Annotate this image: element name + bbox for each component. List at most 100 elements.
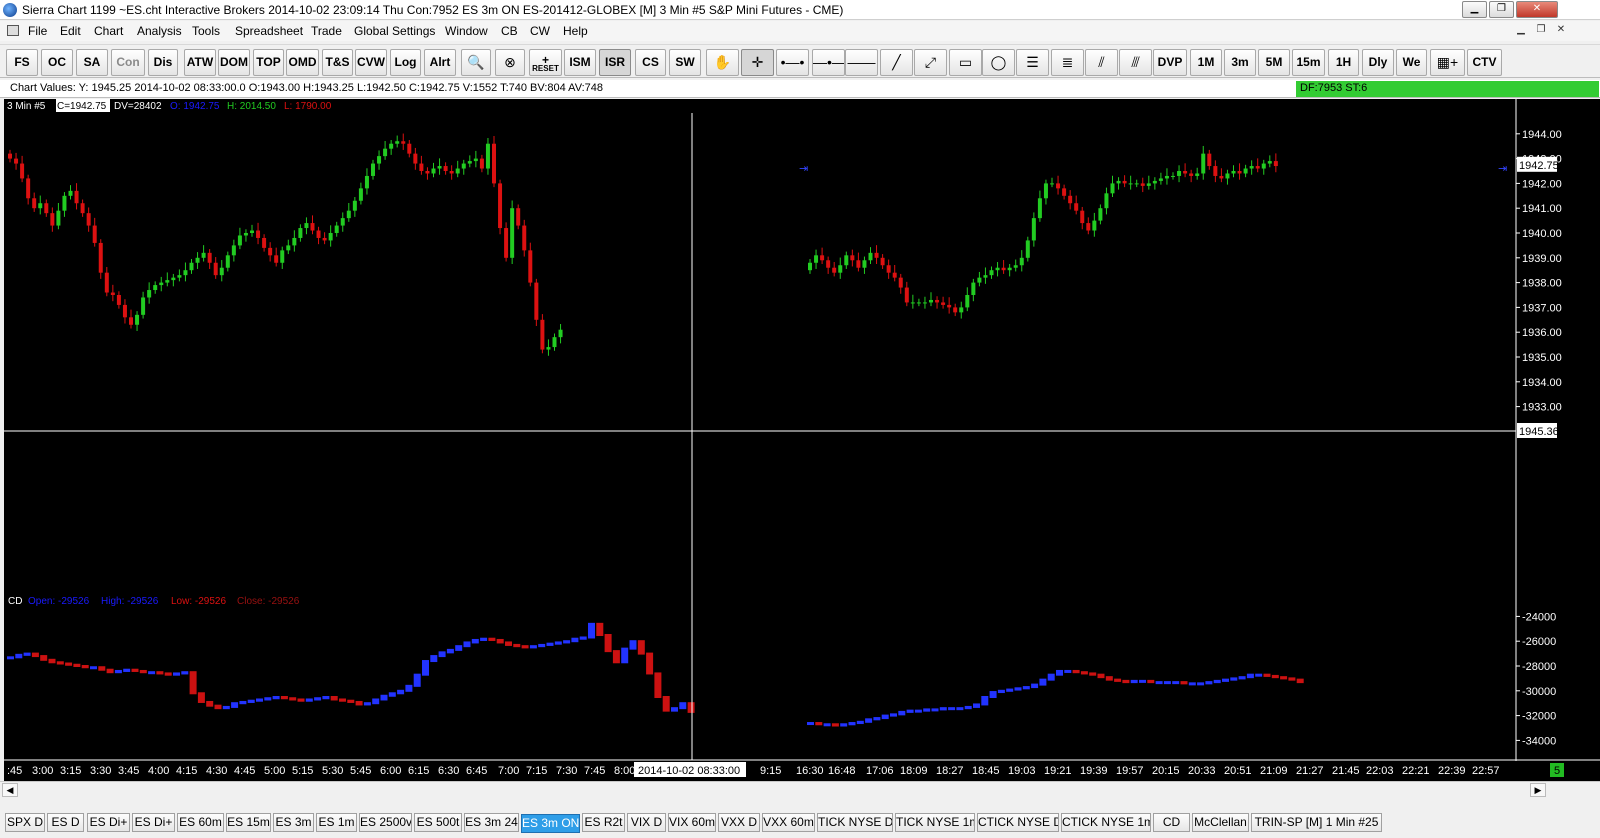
- dvp-button[interactable]: DVP: [1153, 49, 1187, 76]
- tab-es-2500v[interactable]: ES 2500v: [359, 813, 412, 832]
- candle-body: [546, 347, 551, 350]
- tab-es-500t[interactable]: ES 500t: [414, 813, 462, 832]
- chartbook-icon[interactable]: [7, 25, 19, 36]
- sw-button[interactable]: SW: [669, 49, 701, 76]
- oc-button[interactable]: OC: [41, 49, 73, 76]
- ism-button[interactable]: ISM: [564, 49, 596, 76]
- extended-line-icon[interactable]: ⤢: [914, 49, 947, 76]
- candle-body: [989, 270, 994, 276]
- price-tick-label: 1933.00: [1522, 402, 1562, 414]
- tab-vix-60m[interactable]: VIX 60m: [668, 813, 716, 832]
- top-button[interactable]: TOP: [253, 49, 284, 76]
- fib-retracement-icon[interactable]: ☰: [1016, 49, 1049, 76]
- tab-cd[interactable]: CD: [1153, 813, 1190, 832]
- tab-vxx-60m[interactable]: VXX 60m: [762, 813, 815, 832]
- 1m-button[interactable]: 1M: [1190, 49, 1222, 76]
- candle-body: [492, 143, 496, 184]
- menu-window[interactable]: Window: [445, 24, 488, 38]
- tab-es-60m[interactable]: ES 60m: [177, 813, 224, 832]
- menu-trade[interactable]: Trade: [311, 24, 342, 38]
- weekly-button[interactable]: We: [1396, 49, 1427, 76]
- ctv-button[interactable]: CTV: [1467, 49, 1502, 76]
- line-tool-icon[interactable]: ╱: [880, 49, 913, 76]
- menu-tools[interactable]: Tools: [192, 24, 220, 38]
- tab-es-15m[interactable]: ES 15m: [226, 813, 271, 832]
- mdi-close-icon[interactable]: ✕: [1552, 24, 1570, 39]
- menu-chart[interactable]: Chart: [94, 24, 123, 38]
- candle-body: [104, 272, 109, 293]
- cd-bar: [347, 699, 355, 703]
- menu-file[interactable]: File: [28, 24, 47, 38]
- candle-body: [959, 307, 964, 313]
- isr-button[interactable]: ISR: [599, 49, 631, 76]
- reset-button[interactable]: + RESET: [529, 49, 562, 76]
- 3m-button[interactable]: 3m: [1224, 49, 1256, 76]
- tab-tick-nyse-d[interactable]: TICK NYSE D: [817, 813, 893, 832]
- fs-button[interactable]: FS: [6, 49, 38, 76]
- tab-tick-nyse-1m[interactable]: TICK NYSE 1m: [895, 813, 975, 832]
- tab-vix-d[interactable]: VIX D: [627, 813, 666, 832]
- menu-analysis[interactable]: Analysis: [137, 24, 182, 38]
- time-and-sales-button[interactable]: T&S: [322, 49, 353, 76]
- tab-es-3m-on[interactable]: ES 3m ON: [521, 814, 580, 833]
- parallel-lines-icon[interactable]: ⫽: [1085, 49, 1118, 76]
- delete-drawing-icon[interactable]: ⊗: [495, 49, 525, 76]
- candle-body: [856, 260, 861, 268]
- menu-cw[interactable]: CW: [530, 24, 550, 38]
- cvw-button[interactable]: CVW: [355, 49, 387, 76]
- menu-global-settings[interactable]: Global Settings: [354, 24, 435, 38]
- tab-vxx-d[interactable]: VXX D: [718, 813, 760, 832]
- horizontal-scrollbar[interactable]: ◀ ▶: [0, 781, 1600, 798]
- add-study-grid-icon[interactable]: ▦+: [1430, 49, 1465, 76]
- mdi-restore-icon[interactable]: ❐: [1532, 24, 1550, 39]
- cs-button[interactable]: CS: [635, 49, 666, 76]
- dom-button[interactable]: DOM: [218, 49, 250, 76]
- fib-extension-icon[interactable]: ≣: [1051, 49, 1084, 76]
- dis-button[interactable]: Dis: [148, 49, 178, 76]
- tab-es-3m-24[interactable]: ES 3m 24: [464, 813, 519, 832]
- hand-pan-icon[interactable]: ✋: [706, 49, 739, 76]
- menu-cb[interactable]: CB: [501, 24, 518, 38]
- menu-spreadsheet[interactable]: Spreadsheet: [235, 24, 303, 38]
- tab-trin-sp[interactable]: TRIN-SP [M] 1 Min #25: [1251, 813, 1382, 832]
- ray-tool-icon[interactable]: •—•: [776, 49, 809, 76]
- ellipse-tool-icon[interactable]: ◯: [982, 49, 1015, 76]
- 1h-button[interactable]: 1H: [1328, 49, 1359, 76]
- restore-button[interactable]: ❐: [1489, 1, 1514, 18]
- atw-button[interactable]: ATW: [184, 49, 216, 76]
- 5m-button[interactable]: 5M: [1258, 49, 1290, 76]
- zoom-icon[interactable]: 🔍: [461, 49, 491, 76]
- scroll-left-icon[interactable]: ◀: [2, 783, 18, 797]
- mdi-minimize-icon[interactable]: ▁: [1512, 24, 1530, 39]
- tab-es-1m[interactable]: ES 1m: [316, 813, 357, 832]
- close-button[interactable]: ✕: [1516, 1, 1558, 18]
- tab-mcclellan[interactable]: McClellan: [1192, 813, 1249, 832]
- scroll-right-icon[interactable]: ▶: [1530, 783, 1546, 797]
- tab-spx-d[interactable]: SPX D: [5, 813, 45, 832]
- minimize-button[interactable]: ▁: [1462, 1, 1487, 18]
- menu-edit[interactable]: Edit: [60, 24, 81, 38]
- crosshair-icon[interactable]: ✛: [741, 49, 774, 76]
- daily-button[interactable]: Dly: [1362, 49, 1394, 76]
- 15m-button[interactable]: 15m: [1292, 49, 1325, 76]
- tab-es-di-plus-1[interactable]: ES Di+: [87, 813, 130, 832]
- tab-es-di-plus-2[interactable]: ES Di+: [132, 813, 175, 832]
- omd-button[interactable]: OMD: [286, 49, 319, 76]
- tab-ctick-nyse-1m[interactable]: CTICK NYSE 1m: [1061, 813, 1151, 832]
- alert-button[interactable]: Alrt: [424, 49, 456, 76]
- tab-es-3m[interactable]: ES 3m: [273, 813, 314, 832]
- tab-ctick-nyse-d[interactable]: CTICK NYSE D: [977, 813, 1059, 832]
- log-button[interactable]: Log: [390, 49, 421, 76]
- menu-help[interactable]: Help: [563, 24, 588, 38]
- tab-es-d[interactable]: ES D: [47, 813, 84, 832]
- con-button[interactable]: Con: [111, 49, 145, 76]
- regression-channel-icon[interactable]: ⫻: [1119, 49, 1152, 76]
- tab-es-r2t[interactable]: ES R2t: [582, 813, 625, 832]
- chart-canvas[interactable]: 1944.001943.001942.001941.001940.001939.…: [4, 99, 1600, 781]
- horizontal-ray-icon[interactable]: —•—: [812, 49, 845, 76]
- sa-button[interactable]: SA: [76, 49, 108, 76]
- cd-bar: [1056, 669, 1063, 676]
- horizontal-line-icon[interactable]: ——: [845, 49, 878, 76]
- rectangle-tool-icon[interactable]: ▭: [949, 49, 982, 76]
- chart-area[interactable]: 1944.001943.001942.001941.001940.001939.…: [4, 99, 1600, 781]
